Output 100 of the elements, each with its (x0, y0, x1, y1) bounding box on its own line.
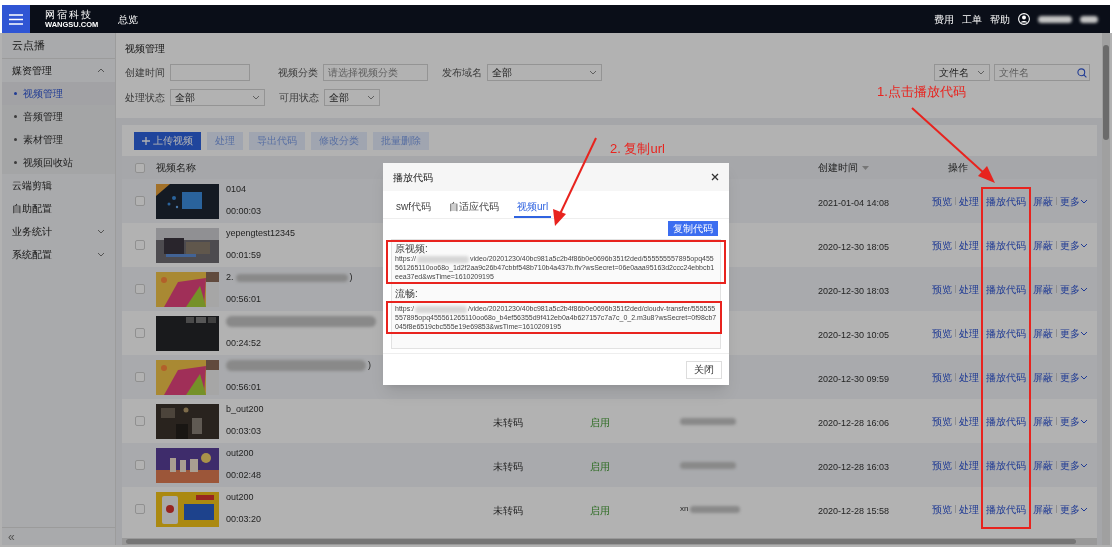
select-field[interactable]: 全部 (170, 89, 265, 106)
menu-button[interactable] (2, 5, 30, 33)
action-link[interactable]: 预览 (932, 193, 952, 209)
action-link[interactable]: 播放代码 (986, 281, 1026, 297)
tab[interactable]: swf代码 (393, 196, 434, 218)
action-link[interactable]: 播放代码 (986, 369, 1026, 385)
input-field[interactable]: 请选择视频分类 (323, 64, 428, 81)
sidebar-item[interactable]: 系统配置 (2, 243, 115, 266)
action-link[interactable]: 预览 (932, 413, 952, 429)
action-link[interactable]: 处理 (959, 457, 979, 473)
checkbox[interactable] (135, 328, 145, 338)
action-link[interactable]: 处理 (959, 369, 979, 385)
action-link[interactable]: 处理 (959, 325, 979, 341)
nav-link[interactable]: 工单 (962, 11, 982, 27)
action-link[interactable]: 更多 (1060, 193, 1080, 209)
sidebar-item[interactable]: 媒资管理 (2, 59, 115, 82)
copy-button[interactable]: 复制代码 (668, 221, 718, 236)
nav-link[interactable]: 总览 (118, 11, 138, 27)
video-name[interactable]: out200 (226, 490, 254, 505)
action-link[interactable]: 播放代码 (986, 325, 1026, 341)
checkbox[interactable] (135, 372, 145, 382)
checkbox[interactable] (135, 504, 145, 514)
select-field[interactable]: 文件名 (934, 64, 990, 81)
video-duration: 00:02:48 (226, 469, 262, 482)
action-link[interactable]: 播放代码 (986, 193, 1026, 209)
action-link[interactable]: 更多 (1060, 237, 1080, 253)
action-link[interactable]: 屏蔽 (1033, 193, 1053, 209)
action-link[interactable]: 处理 (959, 413, 979, 429)
sidebar-item[interactable]: 业务统计 (2, 220, 115, 243)
video-name[interactable]: out200 (226, 446, 254, 461)
action-link[interactable]: 播放代码 (986, 237, 1026, 253)
action-link[interactable]: 预览 (932, 501, 952, 517)
nav-link[interactable]: 帮助 (990, 11, 1010, 27)
video-name[interactable]: yepengtest12345 (226, 226, 296, 241)
status-text: 启用 (590, 417, 610, 428)
input-field[interactable] (170, 64, 250, 81)
action-link[interactable]: 处理 (959, 237, 979, 253)
action-link[interactable]: 预览 (932, 281, 952, 297)
checkbox[interactable] (135, 196, 145, 206)
checkbox[interactable] (135, 240, 145, 250)
action-link[interactable]: 预览 (932, 457, 952, 473)
action-link[interactable]: 更多 (1060, 281, 1080, 297)
video-name[interactable]: ) (349, 270, 353, 285)
video-duration: 00:01:59 (226, 249, 262, 262)
action-link[interactable]: 屏蔽 (1033, 369, 1053, 385)
search-field[interactable]: 文件名 (994, 64, 1090, 81)
action-link[interactable]: 播放代码 (986, 457, 1026, 473)
video-name[interactable]: 2. (226, 270, 234, 285)
sidebar-item[interactable]: 云端剪辑 (2, 174, 115, 197)
action-link[interactable]: 处理 (959, 501, 979, 517)
status-text: 启用 (590, 505, 610, 516)
video-name[interactable]: ) (368, 358, 371, 373)
vertical-scrollbar[interactable] (1102, 33, 1110, 545)
action-link[interactable]: 更多 (1060, 369, 1080, 385)
collapse-button[interactable]: « (8, 530, 15, 543)
horizontal-scrollbar[interactable] (122, 538, 1097, 545)
select-field[interactable]: 全部 (487, 64, 602, 81)
action-link[interactable]: 处理 (959, 281, 979, 297)
field-label: 处理状态 (125, 91, 166, 105)
field-label: 发布域名 (442, 66, 483, 80)
action-link[interactable]: 屏蔽 (1033, 325, 1053, 341)
video-name[interactable]: 0104 (226, 182, 247, 197)
action-link[interactable]: 更多 (1060, 501, 1080, 517)
checkbox[interactable] (135, 284, 145, 294)
menu-icon (9, 13, 23, 25)
action-link[interactable]: 播放代码 (986, 501, 1026, 517)
action-link[interactable]: 预览 (932, 325, 952, 341)
select-field[interactable]: 全部 (324, 89, 380, 106)
tab[interactable]: 视频url (514, 196, 552, 218)
search-icon[interactable] (1077, 67, 1087, 78)
created-time: 2020-12-28 16:03 (818, 462, 890, 472)
status-text: 未转码 (493, 505, 523, 516)
action-link[interactable]: 播放代码 (986, 413, 1026, 429)
sidebar-item[interactable]: 自助配置 (2, 197, 115, 220)
checkbox[interactable] (135, 460, 145, 470)
page-title: 视频管理 (125, 42, 166, 55)
close-button[interactable]: 关闭 (686, 360, 722, 379)
action-link[interactable]: 屏蔽 (1033, 501, 1053, 517)
action-link[interactable]: 屏蔽 (1033, 237, 1053, 253)
action-link[interactable]: 更多 (1060, 457, 1080, 473)
video-duration: 00:03:20 (226, 513, 262, 526)
nav-link[interactable]: 费用 (934, 11, 954, 27)
action-link[interactable]: 屏蔽 (1033, 457, 1053, 473)
tab[interactable]: 自适应代码 (446, 196, 502, 218)
action-link[interactable]: 更多 (1060, 413, 1080, 429)
action-link[interactable]: 处理 (959, 193, 979, 209)
close-icon[interactable] (711, 173, 719, 181)
chevron-down-icon (977, 70, 985, 75)
user-icon[interactable] (1018, 13, 1030, 25)
action-link[interactable]: 屏蔽 (1033, 281, 1053, 297)
video-name[interactable]: b_out200 (226, 402, 264, 417)
sort-icon[interactable] (862, 165, 869, 170)
checkbox[interactable] (135, 416, 145, 426)
checkbox[interactable] (135, 162, 145, 173)
action-link[interactable]: 屏蔽 (1033, 413, 1053, 429)
toolbar-button[interactable]: 上传视频 (134, 131, 201, 150)
action-link[interactable]: 预览 (932, 237, 952, 253)
action-link[interactable]: 更多 (1060, 325, 1080, 341)
status-text: 未转码 (493, 417, 523, 428)
action-link[interactable]: 预览 (932, 369, 952, 385)
